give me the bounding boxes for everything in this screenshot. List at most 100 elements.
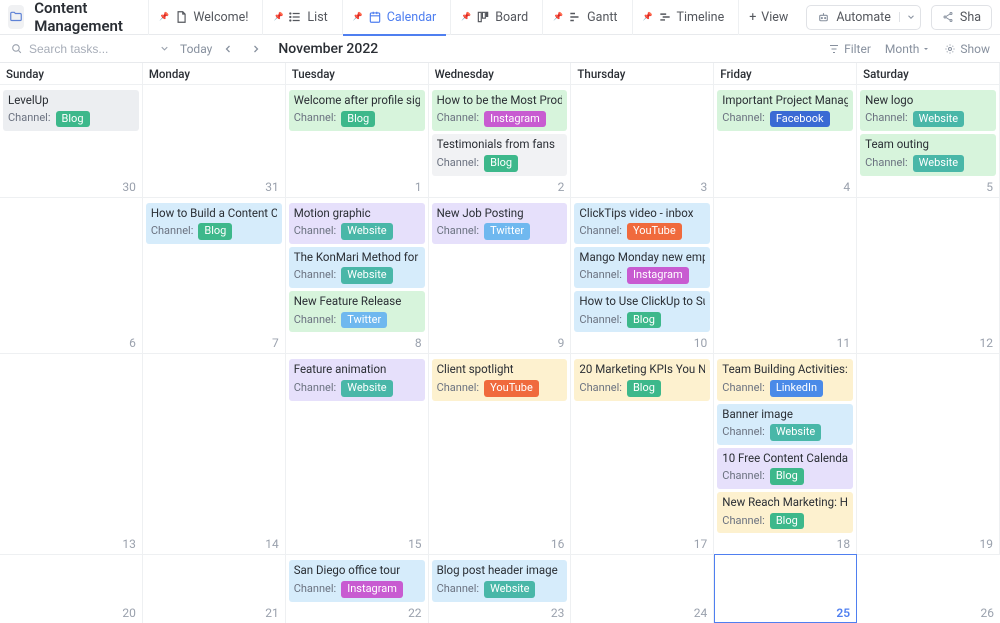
- tab-timeline[interactable]: 📌Timeline: [632, 0, 735, 35]
- tab-gantt[interactable]: 📌Gantt: [542, 0, 627, 35]
- folder-icon[interactable]: [8, 5, 24, 29]
- calendar-icon: [368, 10, 382, 24]
- calendar-event[interactable]: Team Building Activities: 25 ExChannel:L…: [717, 359, 853, 400]
- search-input[interactable]: [29, 42, 139, 56]
- channel-chip: LinkedIn: [770, 380, 823, 397]
- calendar-event[interactable]: How to Build a Content CreationChannel:B…: [146, 203, 282, 244]
- tab-label: Calendar: [387, 10, 437, 25]
- channel-chip: Website: [770, 424, 821, 441]
- calendar-event[interactable]: Motion graphicChannel:Website: [289, 203, 425, 244]
- calendar-event[interactable]: Blog post header imageChannel:Website: [432, 560, 568, 601]
- search-icon: [10, 42, 23, 55]
- channel-chip: Blog: [484, 155, 518, 172]
- calendar-event[interactable]: New Job PostingChannel:Twitter: [432, 203, 568, 244]
- event-title: New logo: [865, 93, 991, 109]
- share-icon: [942, 11, 954, 23]
- channel-chip: Facebook: [770, 111, 830, 128]
- day-header: Saturday: [857, 63, 1000, 84]
- calendar-cell[interactable]: 6: [0, 197, 143, 354]
- calendar-cell[interactable]: Blog post header imageChannel:Website23: [429, 554, 572, 622]
- calendar-cell[interactable]: 25: [714, 554, 857, 622]
- calendar-event[interactable]: Testimonials from fansChannel:Blog: [432, 134, 568, 175]
- calendar-cell[interactable]: 12: [857, 197, 1000, 354]
- calendar-event[interactable]: Important Project ManagementChannel:Face…: [717, 90, 853, 131]
- chevron-down-icon[interactable]: [159, 43, 170, 54]
- calendar-cell[interactable]: ClickTips video - inboxChannel:YouTubeMa…: [571, 197, 714, 354]
- prev-month-button[interactable]: [222, 43, 240, 55]
- calendar-cell[interactable]: Team Building Activities: 25 ExChannel:L…: [714, 353, 857, 554]
- tab-board[interactable]: 📌Board: [450, 0, 538, 35]
- channel-chip: Website: [341, 267, 392, 284]
- event-title: The KonMari Method for Project: [294, 250, 420, 266]
- calendar-cell[interactable]: 13: [0, 353, 143, 554]
- tab-calendar[interactable]: 📌Calendar: [342, 0, 447, 35]
- calendar-cell[interactable]: Welcome after profile sign-upChannel:Blo…: [286, 84, 429, 197]
- calendar-cell[interactable]: 11: [714, 197, 857, 354]
- calendar-event[interactable]: Welcome after profile sign-upChannel:Blo…: [289, 90, 425, 131]
- calendar-cell[interactable]: 20: [0, 554, 143, 622]
- calendar-event[interactable]: New Reach Marketing: How CliChannel:Blog: [717, 492, 853, 533]
- tab-list[interactable]: 📌List: [262, 0, 337, 35]
- calendar-cell[interactable]: 31: [143, 84, 286, 197]
- calendar-event[interactable]: Mango Monday new employeeChannel:Instagr…: [574, 247, 710, 288]
- calendar-cell[interactable]: New Job PostingChannel:Twitter9: [429, 197, 572, 354]
- calendar-cell[interactable]: LevelUpChannel:Blog30: [0, 84, 143, 197]
- calendar-event[interactable]: Feature animationChannel:Website: [289, 359, 425, 400]
- calendar-event[interactable]: 10 Free Content Calendar TempChannel:Blo…: [717, 448, 853, 489]
- next-month-button[interactable]: [250, 43, 268, 55]
- filter-button[interactable]: Filter: [828, 42, 871, 56]
- calendar-event[interactable]: Banner imageChannel:Website: [717, 404, 853, 445]
- calendar-cell[interactable]: 20 Marketing KPIs You Need toChannel:Blo…: [571, 353, 714, 554]
- calendar-cell[interactable]: 19: [857, 353, 1000, 554]
- channel-chip: Instagram: [341, 581, 403, 598]
- calendar-event[interactable]: New Feature ReleaseChannel:Twitter: [289, 291, 425, 332]
- calendar-grid: SundayMondayTuesdayWednesdayThursdayFrid…: [0, 63, 1000, 623]
- share-button[interactable]: Sha: [931, 5, 992, 30]
- calendar-event[interactable]: ClickTips video - inboxChannel:YouTube: [574, 203, 710, 244]
- calendar-cell[interactable]: San Diego office tourChannel:Instagram22: [286, 554, 429, 622]
- calendar-cell[interactable]: Important Project ManagementChannel:Face…: [714, 84, 857, 197]
- calendar-event[interactable]: New logoChannel:Website: [860, 90, 996, 131]
- calendar-event[interactable]: Client spotlightChannel:YouTube: [432, 359, 568, 400]
- show-label: Show: [960, 42, 990, 56]
- today-button[interactable]: Today: [180, 42, 212, 56]
- robot-icon: [817, 11, 830, 24]
- calendar-event[interactable]: The KonMari Method for ProjectChannel:We…: [289, 247, 425, 288]
- calendar-cell[interactable]: Feature animationChannel:Website 15: [286, 353, 429, 554]
- calendar-cell[interactable]: Client spotlightChannel:YouTube16: [429, 353, 572, 554]
- channel-label: Channel:: [294, 582, 337, 597]
- calendar-event[interactable]: 20 Marketing KPIs You Need toChannel:Blo…: [574, 359, 710, 400]
- calendar-cell[interactable]: Motion graphicChannel:WebsiteThe KonMari…: [286, 197, 429, 354]
- channel-label: Channel:: [294, 313, 337, 328]
- calendar-cell[interactable]: 24: [571, 554, 714, 622]
- day-header: Friday: [714, 63, 857, 84]
- calendar-cell[interactable]: How to be the Most ProductiveChannel:Ins…: [429, 84, 572, 197]
- day-number: 5: [986, 180, 993, 194]
- timeline-icon: [658, 10, 672, 24]
- calendar-cell[interactable]: 14: [143, 353, 286, 554]
- pin-icon: 📌: [553, 12, 563, 21]
- calendar-cell[interactable]: New logoChannel:WebsiteTeam outingChanne…: [857, 84, 1000, 197]
- gantt-icon: [568, 10, 582, 24]
- tab-label: Welcome!: [193, 10, 248, 25]
- channel-chip: Website: [341, 380, 392, 397]
- calendar-cell[interactable]: 21: [143, 554, 286, 622]
- event-title: 10 Free Content Calendar Temp: [722, 451, 848, 467]
- range-select[interactable]: Month: [885, 42, 930, 56]
- add-view-button[interactable]: + View: [738, 0, 798, 35]
- day-number: 15: [408, 537, 422, 551]
- calendar-event[interactable]: LevelUpChannel:Blog: [3, 90, 139, 131]
- calendar-event[interactable]: How to Use ClickUp to SucceedChannel:Blo…: [574, 291, 710, 332]
- automate-button[interactable]: Automate: [806, 5, 921, 30]
- calendar-cell[interactable]: 26: [857, 554, 1000, 622]
- event-title: 20 Marketing KPIs You Need to: [579, 362, 705, 378]
- event-title: San Diego office tour: [294, 563, 420, 579]
- tab-welcome[interactable]: 📌Welcome!: [148, 0, 258, 35]
- calendar-cell[interactable]: 3: [571, 84, 714, 197]
- calendar-event[interactable]: Team outingChannel:Website: [860, 134, 996, 175]
- channel-label: Channel:: [722, 469, 765, 484]
- show-button[interactable]: Show: [944, 42, 990, 56]
- calendar-cell[interactable]: How to Build a Content CreationChannel:B…: [143, 197, 286, 354]
- calendar-event[interactable]: San Diego office tour Channel: Instagram: [289, 560, 425, 601]
- calendar-event[interactable]: How to be the Most ProductiveChannel:Ins…: [432, 90, 568, 131]
